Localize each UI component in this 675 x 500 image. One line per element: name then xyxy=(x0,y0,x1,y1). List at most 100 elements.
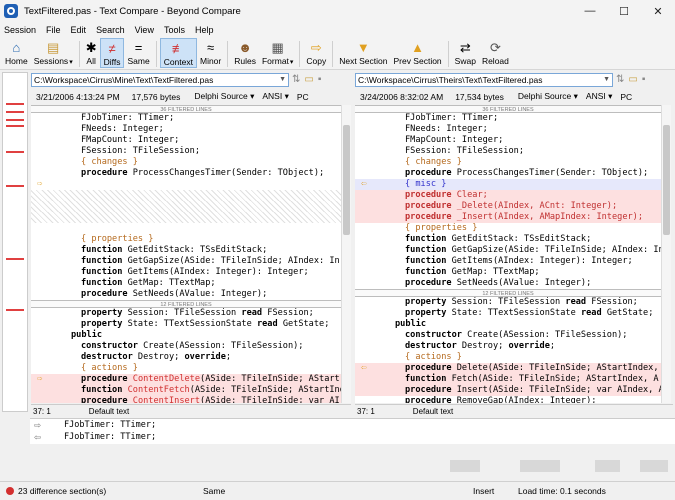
difference-overview[interactable] xyxy=(2,72,28,412)
chevron-down-icon[interactable]: ▼ xyxy=(279,74,286,86)
missing-lines-placeholder xyxy=(31,190,341,201)
right-path-text: C:\Workspace\Cirrus\Theirs\Text\TextFilt… xyxy=(358,74,543,85)
right-vertical-scrollbar[interactable] xyxy=(661,105,671,403)
open-folder-icon[interactable]: ▭ xyxy=(628,74,637,85)
history-icon[interactable]: ⇅ xyxy=(292,74,300,85)
code-line: destructor Destroy; override; xyxy=(81,352,232,362)
right-text-pane[interactable]: 36 FILTERED LINES FJobTimer: TTimer; FNe… xyxy=(355,105,661,403)
left-line-ending[interactable]: PC xyxy=(297,92,309,102)
next-section-label: Next Section xyxy=(339,56,388,66)
right-text-kind: Default text xyxy=(412,406,454,416)
toolbar-separator xyxy=(332,41,334,67)
menu-search[interactable]: Search xyxy=(96,25,125,35)
code-line: function GetGapSize(ASide: TFileInSide; … xyxy=(405,245,661,255)
line-detail-left: ⇨ FJobTimer: TTimer; xyxy=(34,420,157,430)
swap-button[interactable]: ⇄ Swap xyxy=(452,38,479,68)
code-line: procedure ProcessChangesTimer(Sender: TO… xyxy=(405,168,649,178)
code-line: function GetGapSize(ASide: TFileInSide; … xyxy=(81,256,340,266)
sessions-button[interactable]: ▤ Sessions▾ xyxy=(31,38,76,68)
right-format-select[interactable]: Delphi Source ▾ xyxy=(518,91,578,102)
reload-icon: ⟳ xyxy=(489,40,501,55)
format-button[interactable]: ▦ Format▾ xyxy=(259,38,296,68)
line-detail-pane[interactable]: ⇨ FJobTimer: TTimer; ⇦ FJobTimer: TTimer; xyxy=(30,418,675,444)
left-text-pane[interactable]: 36 FILTERED LINES FJobTimer: TTimer; FNe… xyxy=(31,105,341,403)
copy-button[interactable]: ⇨ Copy xyxy=(303,38,329,68)
home-label: Home xyxy=(5,56,28,66)
menu-help[interactable]: Help xyxy=(195,25,214,35)
left-path-input[interactable]: C:\Workspace\Cirrus\Mine\Text\TextFilter… xyxy=(31,72,289,87)
menu-session[interactable]: Session xyxy=(4,25,36,35)
maximize-button[interactable]: ☐ xyxy=(607,0,641,22)
toolbar-separator xyxy=(299,41,301,67)
blurred-region xyxy=(595,460,620,472)
menu-tools[interactable]: Tools xyxy=(164,25,185,35)
left-format-select[interactable]: Delphi Source ▾ xyxy=(194,91,254,102)
code-line: public xyxy=(395,319,427,329)
save-icon[interactable]: ▪ xyxy=(318,74,322,85)
all-button[interactable]: ✱ All xyxy=(83,38,100,68)
copy-to-left-arrow-icon[interactable]: ⇦ xyxy=(361,363,366,374)
context-icon: ≢ xyxy=(171,41,185,56)
code-line: { changes } xyxy=(405,157,462,167)
application-window: TextFiltered.pas - Text Compare - Beyond… xyxy=(0,0,675,500)
reload-button[interactable]: ⟳ Reload xyxy=(479,38,512,68)
code-line: FSession: TFileSession; xyxy=(81,146,200,156)
copy-to-right-arrow-icon[interactable]: ⇨ xyxy=(37,374,42,385)
prev-section-button[interactable]: ▲ Prev Section xyxy=(390,38,444,68)
code-line: { properties } xyxy=(81,234,154,244)
code-line: FNeeds: Integer; xyxy=(405,124,488,134)
left-encoding-select[interactable]: ANSI ▾ xyxy=(262,91,288,102)
overview-diff-mark xyxy=(6,185,24,187)
left-pane-status: 37: 1 Default text xyxy=(31,404,351,417)
same-label: Same xyxy=(127,56,150,66)
same-button[interactable]: = Same xyxy=(124,38,152,68)
right-path-input[interactable]: C:\Workspace\Cirrus\Theirs\Text\TextFilt… xyxy=(355,72,613,87)
code-line: ⇨ xyxy=(31,179,341,190)
diffs-button[interactable]: ≠ Diffs xyxy=(99,38,125,68)
save-icon[interactable]: ▪ xyxy=(642,74,646,85)
minimize-button[interactable]: — xyxy=(573,0,607,22)
code-line: function GetEditStack: TSsEditStack; xyxy=(81,245,268,255)
toolbar-separator xyxy=(155,41,157,67)
difference-count: 23 difference section(s) xyxy=(18,486,107,496)
open-folder-icon[interactable]: ▭ xyxy=(304,74,313,85)
scrollbar-thumb[interactable] xyxy=(343,125,350,235)
inserted-code-line: procedure _Delete(AIndex, ACnt: Integer)… xyxy=(355,201,661,212)
left-side-arrow-icon: ⇨ xyxy=(34,420,42,430)
rules-icon: ☻ xyxy=(238,40,252,55)
menu-view[interactable]: View xyxy=(135,25,154,35)
difference-status-icon xyxy=(6,487,14,495)
overview-diff-mark xyxy=(6,258,24,260)
copy-to-right-arrow-icon[interactable]: ⇨ xyxy=(37,179,42,190)
code-line: constructor Create(ASession: TFileSessio… xyxy=(405,330,628,340)
left-vertical-scrollbar[interactable] xyxy=(341,105,351,403)
filtered-lines-separator: 12 FILTERED LINES xyxy=(355,289,661,297)
scrollbar-thumb[interactable] xyxy=(663,125,670,235)
history-icon[interactable]: ⇅ xyxy=(616,74,624,85)
code-line: { properties } xyxy=(405,223,478,233)
menu-edit[interactable]: Edit xyxy=(71,25,87,35)
menu-bar: Session File Edit Search View Tools Help xyxy=(0,22,675,38)
right-file-date: 3/24/2006 8:32:02 AM xyxy=(360,91,444,102)
copy-label: Copy xyxy=(306,56,327,66)
close-button[interactable]: ✕ xyxy=(641,0,675,22)
context-label: Context xyxy=(163,57,193,67)
right-line-ending[interactable]: PC xyxy=(620,92,632,102)
home-icon: ⌂ xyxy=(12,40,21,55)
chevron-down-icon[interactable]: ▼ xyxy=(603,74,610,86)
home-button[interactable]: ⌂ Home xyxy=(2,38,31,68)
menu-file[interactable]: File xyxy=(46,25,61,35)
overview-diff-mark xyxy=(6,151,24,153)
rules-button[interactable]: ☻ Rules xyxy=(231,38,259,68)
right-encoding-select[interactable]: ANSI ▾ xyxy=(586,91,612,102)
filtered-lines-separator: 12 FILTERED LINES xyxy=(31,300,341,308)
reload-label: Reload xyxy=(481,56,509,66)
copy-icon: ⇨ xyxy=(310,40,322,55)
copy-to-left-arrow-icon[interactable]: ⇦ xyxy=(361,179,366,190)
blurred-region xyxy=(520,460,560,472)
code-line: procedure SetNeeds(AValue: Integer); xyxy=(405,278,592,288)
window-controls: — ☐ ✕ xyxy=(573,0,675,22)
context-button[interactable]: ≢ Context xyxy=(159,38,197,68)
minor-button[interactable]: ≈ Minor xyxy=(197,38,224,68)
next-section-button[interactable]: ▼ Next Section xyxy=(336,38,390,68)
